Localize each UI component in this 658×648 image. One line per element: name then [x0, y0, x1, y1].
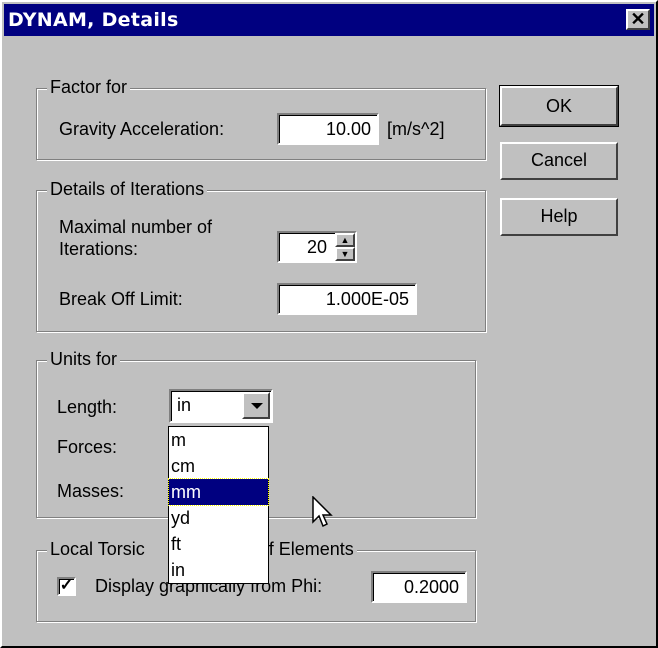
- max-iterations-label-line1: Maximal number of: [59, 217, 213, 237]
- masses-label: Masses:: [57, 481, 125, 501]
- break-off-input[interactable]: 1.000E-05: [277, 283, 417, 315]
- break-off-label: Break Off Limit:: [59, 289, 183, 309]
- length-combo[interactable]: in: [169, 389, 273, 423]
- iterations-group-legend: Details of Iterations: [47, 179, 208, 200]
- factor-group: Factor for Gravity Acceleration: 10.00 […: [36, 77, 486, 160]
- dropdown-option[interactable]: m: [169, 427, 268, 453]
- gravity-label: Gravity Acceleration:: [59, 119, 225, 139]
- units-group-legend: Units for: [47, 349, 121, 370]
- ok-button[interactable]: OK: [499, 85, 619, 127]
- length-label: Length:: [57, 397, 118, 417]
- chevron-down-icon[interactable]: [242, 392, 270, 419]
- spin-down-button[interactable]: ▼: [335, 247, 355, 261]
- dropdown-option-selected[interactable]: mm: [168, 478, 269, 506]
- iterations-group: Details of Iterations Maximal number of …: [36, 179, 486, 332]
- spin-up-button[interactable]: ▲: [335, 233, 355, 247]
- max-iterations-label-line2: Iterations:: [59, 239, 139, 259]
- close-button[interactable]: ✕: [626, 9, 650, 30]
- title-bar[interactable]: DYNAM, Details ✕: [4, 4, 654, 36]
- gravity-input[interactable]: 10.00: [277, 113, 379, 145]
- factor-group-legend: Factor for: [47, 77, 131, 98]
- torsion-legend-left: Local Torsic: [50, 539, 145, 559]
- dropdown-option[interactable]: cm: [169, 453, 268, 479]
- window-title: DYNAM, Details: [8, 9, 179, 31]
- mouse-pointer-icon: [312, 496, 333, 528]
- phi-input[interactable]: 0.2000: [371, 571, 467, 603]
- display-graphically-checkbox[interactable]: ✓: [57, 577, 76, 596]
- dropdown-option[interactable]: in: [169, 557, 268, 583]
- max-iterations-value: 20: [306, 237, 327, 257]
- cancel-button[interactable]: Cancel: [500, 142, 618, 180]
- dynam-details-dialog: DYNAM, Details ✕ Factor for Gravity Acce…: [0, 0, 658, 648]
- check-icon: ✓: [59, 577, 74, 594]
- dropdown-option[interactable]: yd: [169, 505, 268, 531]
- length-combo-value: in: [177, 395, 192, 415]
- gravity-unit: [m/s^2]: [387, 119, 445, 139]
- close-icon: ✕: [630, 9, 646, 29]
- forces-label: Forces:: [57, 437, 118, 457]
- dropdown-option[interactable]: ft: [169, 531, 268, 557]
- length-dropdown-list[interactable]: m cm mm yd ft in: [168, 426, 269, 584]
- help-button[interactable]: Help: [500, 198, 618, 236]
